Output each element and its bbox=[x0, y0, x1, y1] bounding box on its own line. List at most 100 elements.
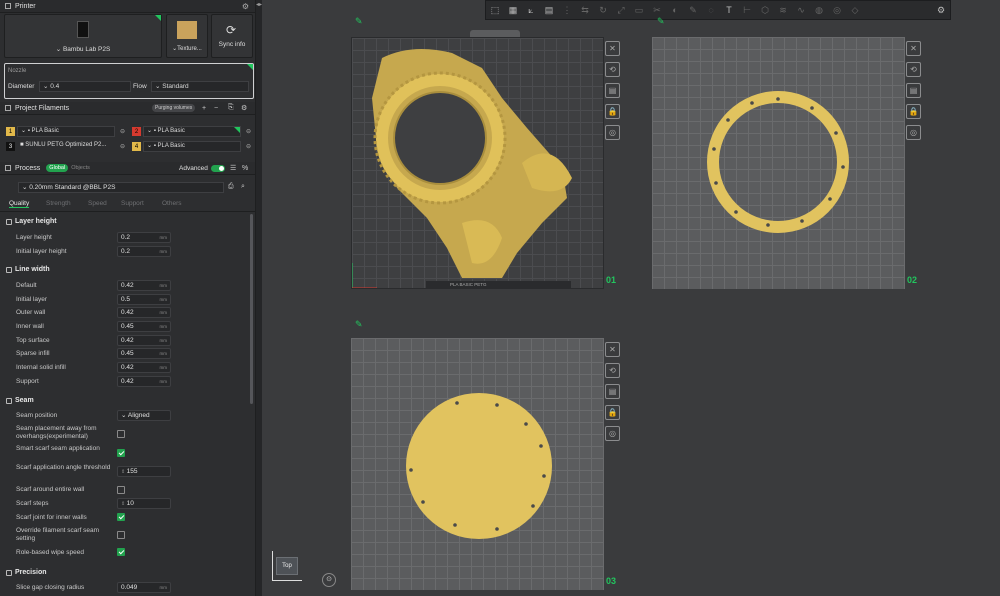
tab-strength[interactable]: Strength bbox=[46, 200, 71, 207]
remove-filament-icon[interactable]: ⊖ bbox=[120, 143, 125, 150]
variable-layer-icon[interactable]: ≋ bbox=[775, 3, 791, 17]
text-icon[interactable]: T bbox=[721, 3, 737, 17]
orient-icon[interactable]: ⟀ bbox=[523, 3, 539, 17]
zoom-fit-icon[interactable]: ⊙ bbox=[322, 573, 336, 587]
panel-splitter[interactable]: ◂▸ bbox=[256, 0, 262, 596]
advanced-switch[interactable] bbox=[211, 164, 225, 172]
list-icon[interactable]: ☰ bbox=[230, 164, 236, 172]
remove-filament-icon[interactable]: ⊖ bbox=[246, 128, 251, 135]
plate-settings-icon[interactable]: ◎ bbox=[605, 426, 620, 441]
edit-plate-icon[interactable]: ✎ bbox=[657, 16, 665, 27]
auto-orient-icon[interactable]: ⟲ bbox=[906, 62, 921, 77]
remove-filament-icon[interactable]: − bbox=[214, 105, 218, 112]
seam-paint-icon[interactable]: ◌ bbox=[703, 3, 719, 17]
assembly-icon[interactable]: ⬡ bbox=[757, 3, 773, 17]
plate-2[interactable] bbox=[652, 37, 905, 289]
edit-plate-icon[interactable]: ✎ bbox=[355, 319, 363, 330]
scarf-around-checkbox[interactable] bbox=[117, 486, 125, 494]
lock-plate-icon[interactable]: 🔒 bbox=[605, 104, 620, 119]
filament-slot-1[interactable]: 1 ⌄ ▪ PLA Basic ⊖ bbox=[6, 126, 125, 137]
compare-icon[interactable]: % bbox=[242, 165, 248, 172]
arrange-plate-icon[interactable]: ▤ bbox=[605, 83, 620, 98]
filament-slot-2[interactable]: 2 ⌄ ▪ PLA Basic ⊖ bbox=[132, 126, 251, 137]
tab-speed[interactable]: Speed bbox=[88, 200, 107, 207]
flow-select[interactable]: ⌄ Standard bbox=[151, 81, 249, 92]
line-width-inner-input[interactable]: 0.45 mm bbox=[117, 321, 171, 332]
arrange-plate-icon[interactable]: ▤ bbox=[906, 83, 921, 98]
printer-settings-gear-icon[interactable]: ⚙ bbox=[242, 2, 249, 11]
layer-height-input[interactable]: 0.2 mm bbox=[117, 232, 171, 243]
auto-orient-icon[interactable]: ⟲ bbox=[605, 363, 620, 378]
gasket-ring-model[interactable] bbox=[652, 37, 905, 289]
hollow-icon[interactable]: ◇ bbox=[847, 3, 863, 17]
remove-filament-icon[interactable]: ⊖ bbox=[246, 143, 251, 150]
arrange-icon[interactable]: ▦ bbox=[505, 3, 521, 17]
seam-away-checkbox[interactable] bbox=[117, 430, 125, 438]
plate-icon[interactable]: ▤ bbox=[541, 3, 557, 17]
lock-plate-icon[interactable]: 🔒 bbox=[605, 405, 620, 420]
line-width-sparse-input[interactable]: 0.45 mm bbox=[117, 348, 171, 359]
close-plate-icon[interactable]: ✕ bbox=[605, 342, 620, 357]
split-icon[interactable]: ⋮ bbox=[559, 3, 575, 17]
seam-position-select[interactable]: ⌄ Aligned bbox=[117, 410, 171, 421]
add-object-icon[interactable]: ⬚ bbox=[487, 3, 503, 17]
color-paint-icon[interactable]: ◍ bbox=[811, 3, 827, 17]
build-plate-card[interactable]: ⌄Texture... bbox=[166, 14, 208, 58]
collapse-arrow-icon[interactable]: ◂▸ bbox=[256, 1, 262, 8]
filament-slot-4[interactable]: 4 ⌄ ▪ PLA Basic ⊖ bbox=[132, 141, 251, 152]
line-width-initial-input[interactable]: 0.5 mm bbox=[117, 294, 171, 305]
line-width-outer-input[interactable]: 0.42 mm bbox=[117, 307, 171, 318]
printer-model-card[interactable]: ⌄ Bambu Lab P2S bbox=[4, 14, 162, 58]
purging-volumes-button[interactable]: Purging volumes bbox=[152, 104, 196, 112]
line-width-default-input[interactable]: 0.42 mm bbox=[117, 280, 171, 291]
add-filament-icon[interactable]: + bbox=[202, 105, 206, 112]
search-icon[interactable]: ⌕ bbox=[241, 183, 245, 191]
move-icon[interactable]: ⇆ bbox=[577, 3, 593, 17]
save-profile-icon[interactable]: ⎙ bbox=[228, 183, 234, 191]
tab-support[interactable]: Support bbox=[121, 200, 144, 207]
smart-scarf-checkbox[interactable] bbox=[117, 449, 125, 457]
auto-orient-icon[interactable]: ⟲ bbox=[605, 62, 620, 77]
closing-radius-input[interactable]: 0.049 mm bbox=[117, 582, 171, 593]
close-plate-icon[interactable]: ✕ bbox=[605, 41, 620, 56]
fuzzy-skin-icon[interactable]: ∿ bbox=[793, 3, 809, 17]
mesh-boolean-icon[interactable]: ◐ bbox=[667, 3, 683, 17]
remove-filament-icon[interactable]: ⊖ bbox=[120, 128, 125, 135]
arrange-plate-icon[interactable]: ▤ bbox=[605, 384, 620, 399]
cut-icon[interactable]: ✂ bbox=[649, 3, 665, 17]
sync-filament-icon[interactable]: ⎘ bbox=[228, 104, 234, 112]
settings-scrollbar[interactable] bbox=[250, 214, 253, 404]
override-scarf-checkbox[interactable] bbox=[117, 531, 125, 539]
edit-plate-icon[interactable]: ✎ bbox=[355, 16, 363, 27]
plate-3[interactable] bbox=[351, 338, 604, 590]
line-width-support-input[interactable]: 0.42 mm bbox=[117, 376, 171, 387]
initial-layer-height-input[interactable]: 0.2 mm bbox=[117, 246, 171, 257]
scarf-steps-stepper[interactable]: ⇕ 10 bbox=[117, 498, 171, 509]
rotate-icon[interactable]: ↻ bbox=[595, 3, 611, 17]
diameter-select[interactable]: ⌄ 0.4 bbox=[39, 81, 131, 92]
plate-settings-icon[interactable]: ◎ bbox=[605, 125, 620, 140]
global-toggle[interactable]: Global bbox=[46, 164, 69, 172]
plate-settings-icon[interactable]: ◎ bbox=[906, 125, 921, 140]
sync-info-button[interactable]: ⟳ Sync info bbox=[211, 14, 253, 58]
filament-slot-3[interactable]: 3 ■ SUNLU PETG Optimized P2... ⊖ bbox=[6, 141, 125, 152]
lock-plate-icon[interactable]: 🔒 bbox=[906, 104, 921, 119]
tab-others[interactable]: Others bbox=[162, 200, 182, 207]
line-width-top-input[interactable]: 0.42 mm bbox=[117, 335, 171, 346]
brim-ears-icon[interactable]: ◎ bbox=[829, 3, 845, 17]
view-gizmo[interactable]: Top bbox=[268, 545, 308, 585]
process-profile-select[interactable]: ⌄ 0.20mm Standard @BBL P2S bbox=[18, 182, 224, 193]
disc-model[interactable] bbox=[351, 338, 604, 590]
support-paint-icon[interactable]: ✎ bbox=[685, 3, 701, 17]
close-plate-icon[interactable]: ✕ bbox=[906, 41, 921, 56]
measure-icon[interactable]: ⊢ bbox=[739, 3, 755, 17]
plate-1[interactable]: PLA BASIC PETG bbox=[351, 37, 604, 289]
role-wipe-checkbox[interactable] bbox=[117, 548, 125, 556]
scarf-angle-stepper[interactable]: ⇕ 155 bbox=[117, 466, 171, 477]
line-width-internal-input[interactable]: 0.42 mm bbox=[117, 362, 171, 373]
frame-model[interactable] bbox=[352, 38, 604, 289]
tab-quality[interactable]: Quality bbox=[9, 200, 30, 208]
view-settings-icon[interactable]: ⚙ bbox=[933, 3, 949, 17]
lay-flat-icon[interactable]: ▭ bbox=[631, 3, 647, 17]
scarf-inner-checkbox[interactable] bbox=[117, 513, 125, 521]
